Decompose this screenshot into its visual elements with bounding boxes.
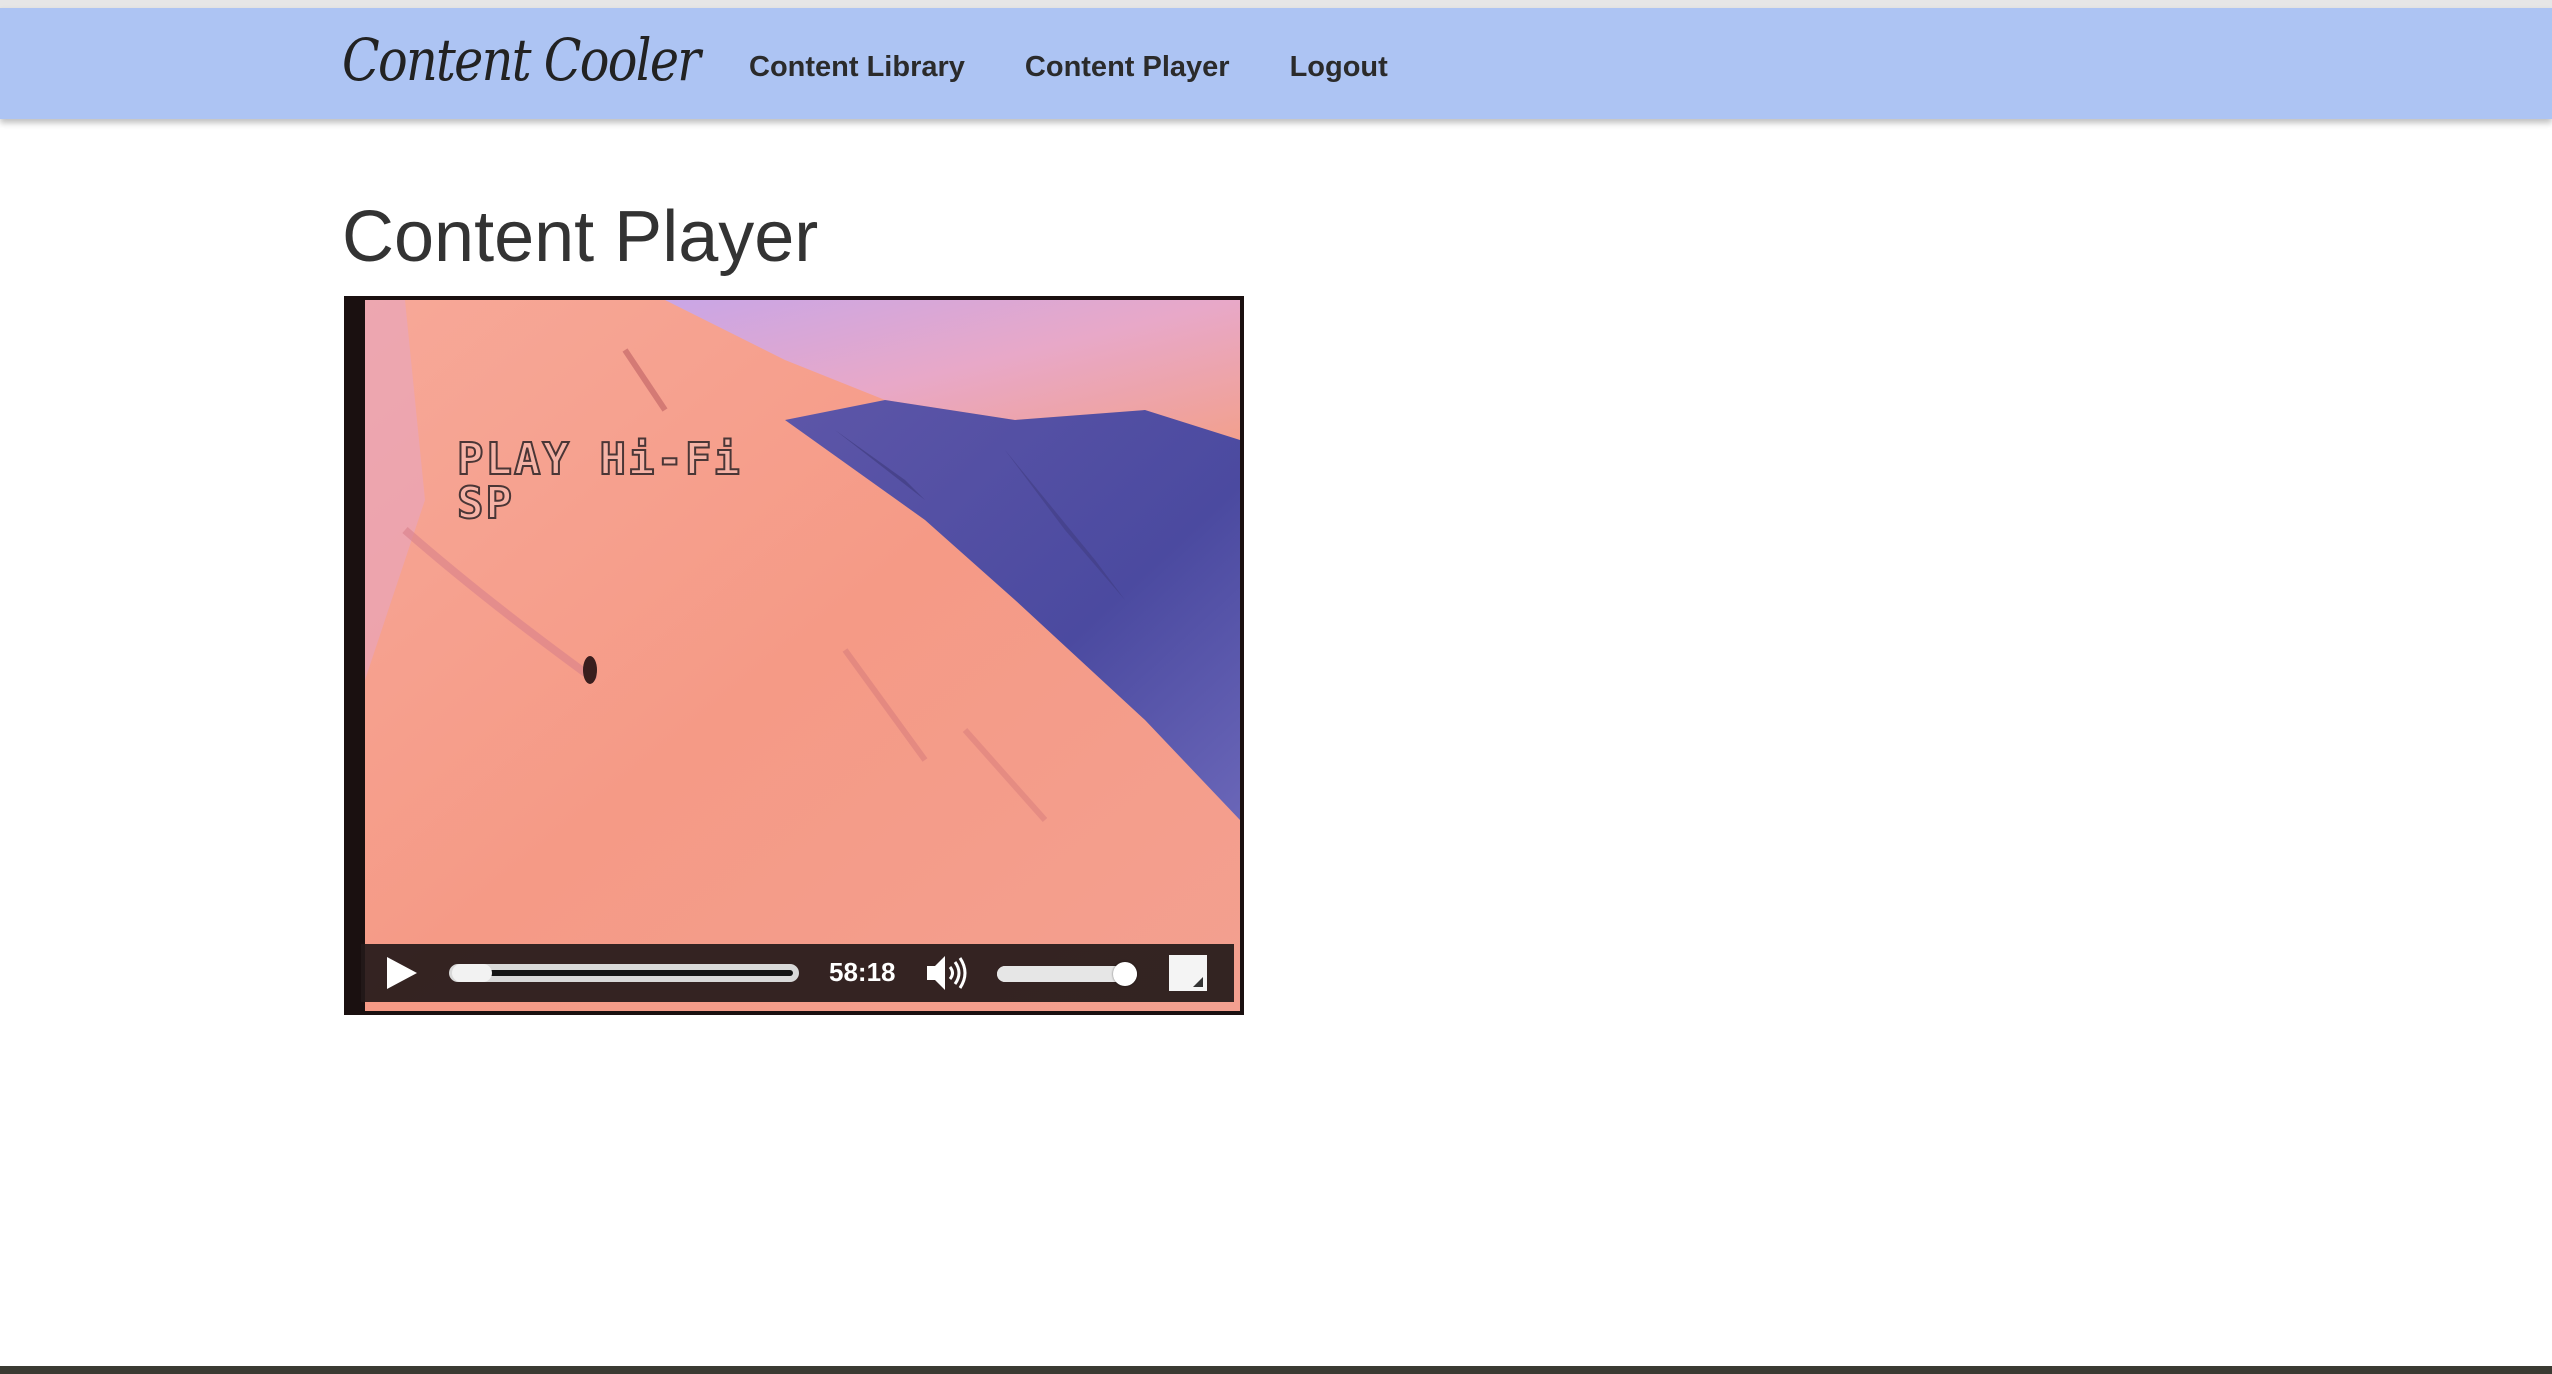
top-border <box>0 0 2552 8</box>
brand-logo[interactable]: Content Cooler <box>342 26 701 94</box>
page-title: Content Player <box>342 197 819 277</box>
player-controls: 58:18 <box>361 944 1234 1002</box>
play-button[interactable] <box>383 955 419 991</box>
nav-link-logout[interactable]: Logout <box>1290 51 1388 84</box>
progress-track-inner <box>455 970 793 976</box>
volume-button[interactable] <box>925 954 971 992</box>
progress-handle[interactable] <box>452 964 492 982</box>
osd-line-2: SP <box>456 478 514 529</box>
nav-link-content-player[interactable]: Content Player <box>1025 51 1230 84</box>
fullscreen-button[interactable] <box>1169 955 1207 991</box>
video-osd-text: PLAY Hi-Fi SP <box>456 434 742 529</box>
nav-link-content-library[interactable]: Content Library <box>749 51 965 84</box>
volume-handle[interactable] <box>1113 962 1137 986</box>
time-display: 58:18 <box>829 957 896 987</box>
video-frame[interactable]: PLAY Hi-Fi SP <box>365 300 1240 1011</box>
navbar: Content Cooler Content Library Content P… <box>0 8 2552 119</box>
page: Content Cooler Content Library Content P… <box>0 0 2552 1374</box>
video-scene <box>365 300 1240 1011</box>
nav-links: Content Library Content Player Logout <box>749 51 1388 84</box>
volume-slider[interactable] <box>997 962 1137 986</box>
video-player[interactable]: PLAY Hi-Fi SP 58:18 <box>344 296 1244 1015</box>
bottom-border <box>0 1366 2552 1374</box>
progress-bar[interactable] <box>449 964 799 982</box>
play-icon <box>387 957 417 989</box>
osd-line-1: PLAY Hi-Fi <box>456 434 742 485</box>
volume-icon <box>927 956 967 990</box>
